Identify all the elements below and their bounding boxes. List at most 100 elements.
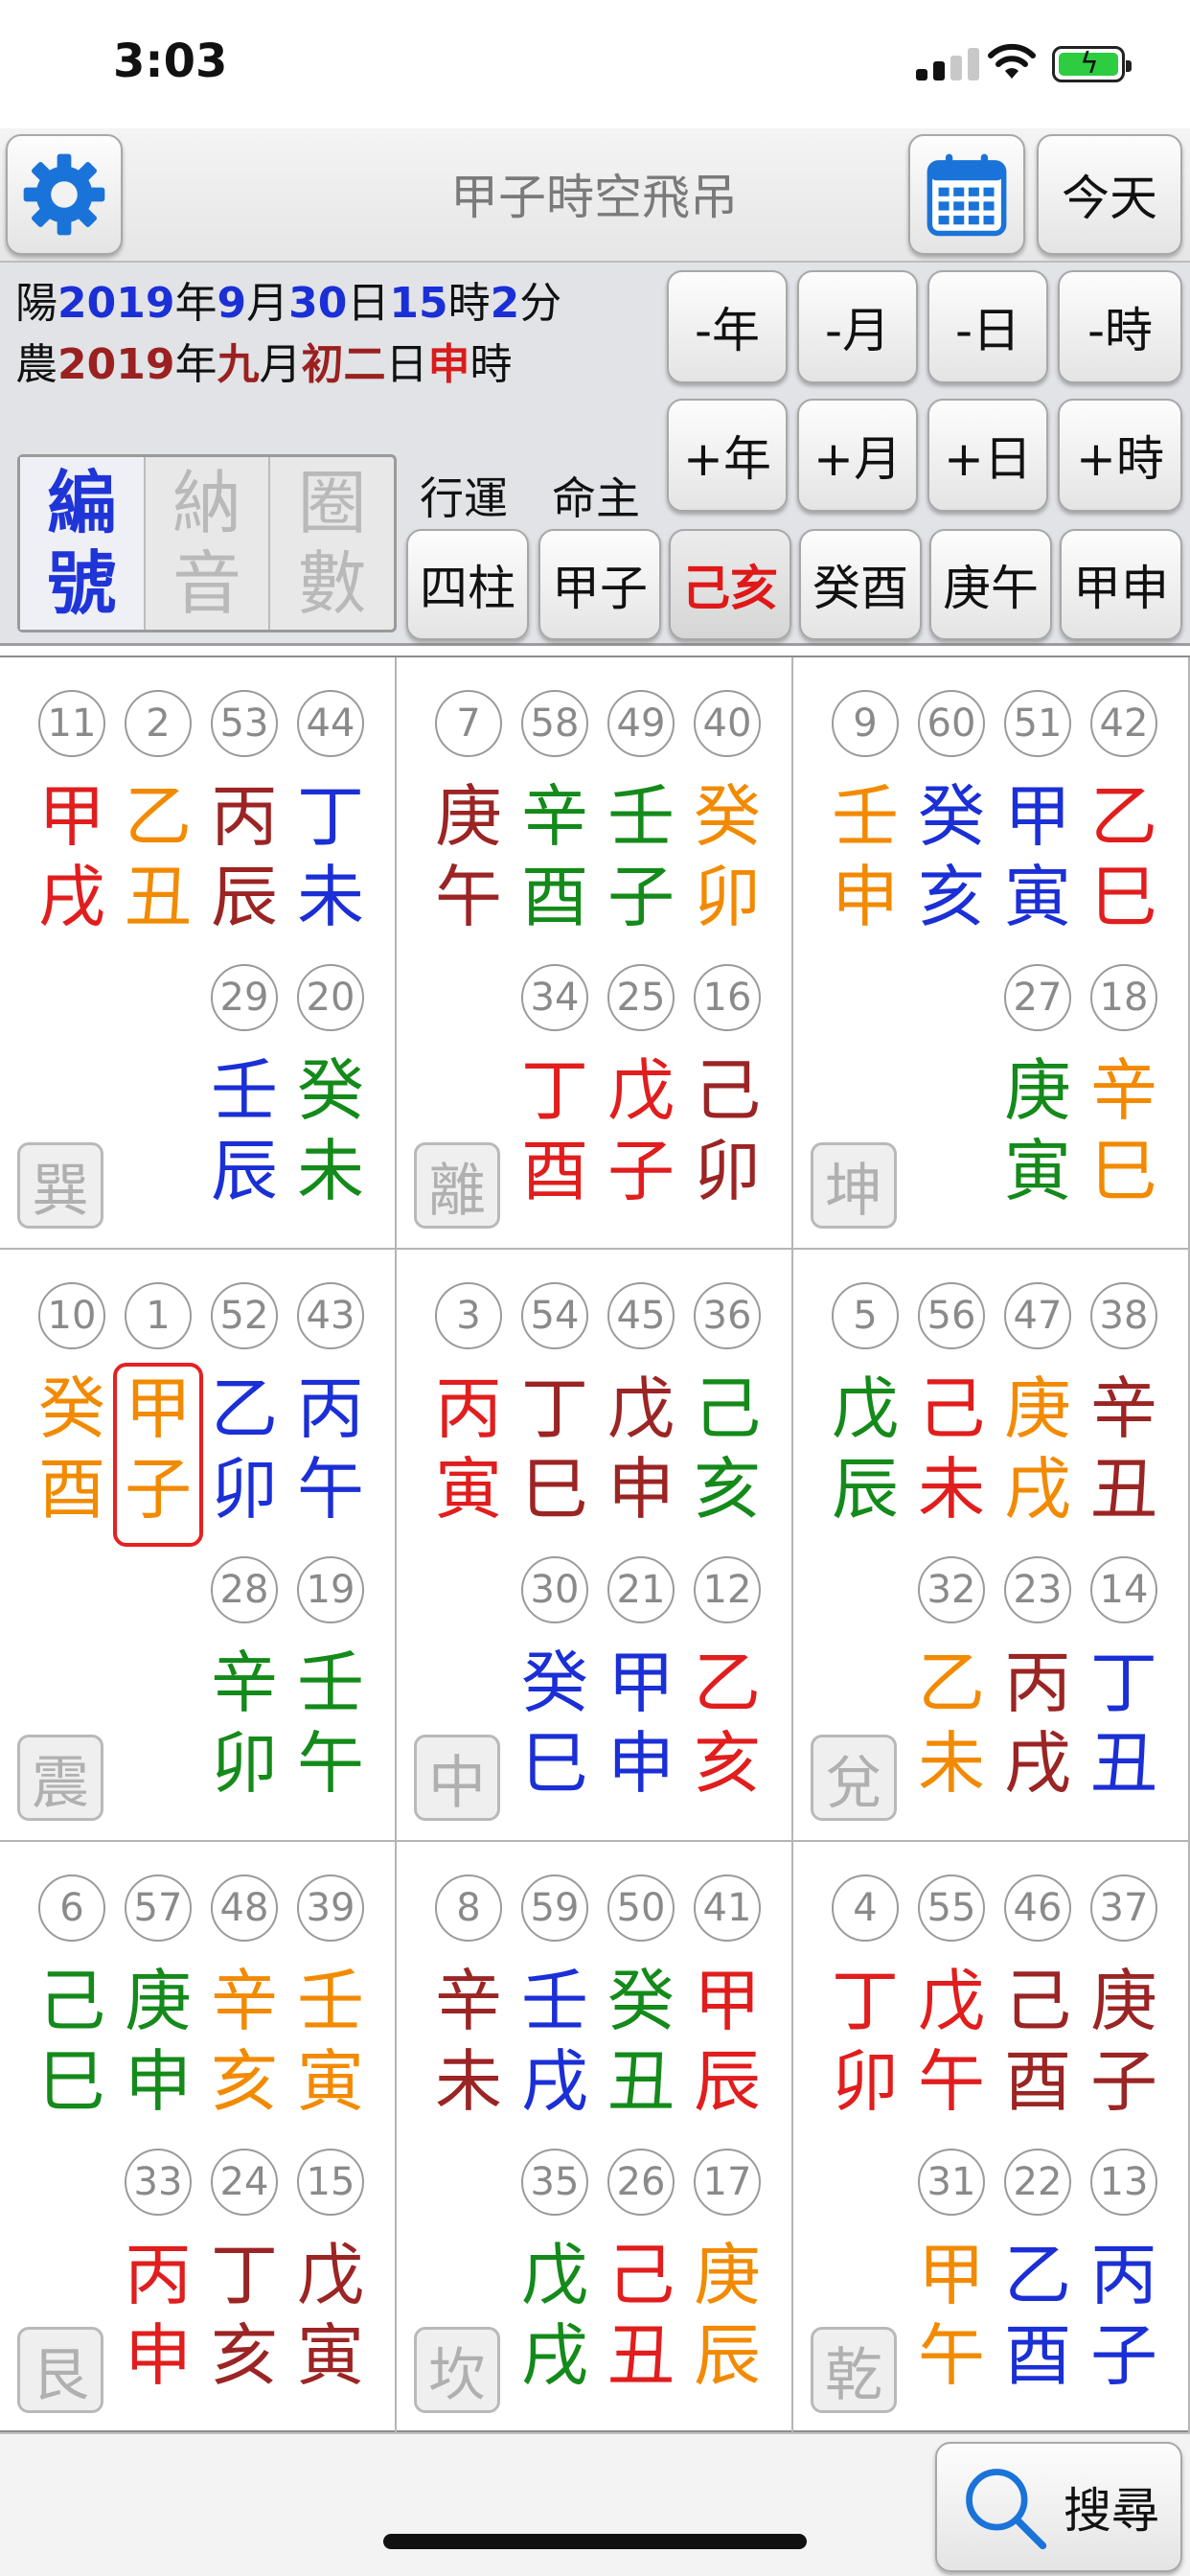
plus-month-button[interactable]: +月 — [797, 399, 918, 512]
ganzhi-stem: 壬 — [297, 1962, 364, 2040]
plus-year-button[interactable]: +年 — [667, 399, 788, 512]
ganzhi-stem: 壬 — [297, 1644, 364, 1722]
stem-branch-number: 27 — [1004, 964, 1071, 1031]
ganzhi-branch: 未 — [297, 1132, 364, 1210]
ganzhi-branch: 戌 — [521, 2042, 588, 2121]
status-time: 3:03 — [113, 34, 228, 88]
stem-branch-number: 23 — [1004, 1556, 1071, 1623]
ganzhi-stem: 癸 — [38, 1369, 105, 1448]
ganzhi-stem: 庚 — [435, 777, 502, 856]
calendar-button[interactable] — [908, 134, 1025, 255]
ganzhi-branch: 亥 — [211, 2316, 278, 2395]
search-button[interactable]: 搜尋 — [935, 2442, 1182, 2572]
stem-branch-number: 26 — [607, 2149, 675, 2216]
solar-year-unit: 年 — [174, 279, 217, 328]
ganzhi-branch: 辰 — [211, 858, 278, 936]
minus-month-button[interactable]: -月 — [797, 270, 918, 383]
pillar-button-sizhu[interactable]: 四柱 — [406, 529, 529, 640]
stem-branch-number: 30 — [521, 1556, 588, 1623]
ganzhi-stem: 己 — [38, 1962, 105, 2040]
ganzhi-stem: 戊 — [607, 1369, 675, 1448]
minus-day-button[interactable]: -日 — [927, 270, 1048, 383]
ganzhi-branch: 酉 — [521, 1132, 588, 1210]
search-label: 搜尋 — [1064, 2483, 1159, 2539]
trigram-label: 坤 — [811, 1142, 897, 1229]
status-bar: 3:03 ϟ — [0, 0, 1190, 128]
mode-numbering[interactable]: 編 號 — [20, 457, 146, 630]
ganzhi-branch: 午 — [435, 858, 502, 936]
ganzhi-stem: 辛 — [1090, 1369, 1157, 1448]
stem-branch-number: 58 — [521, 690, 588, 757]
stem-branch-number: 50 — [607, 1874, 675, 1942]
ganzhi-stem: 癸 — [297, 1051, 364, 1130]
pillar-button-gengwu[interactable]: 庚午 — [929, 529, 1052, 640]
settings-button[interactable] — [6, 134, 123, 255]
solar-minute-unit: 分 — [519, 279, 562, 328]
stem-branch-number: 44 — [297, 690, 364, 757]
stem-branch-number: 41 — [694, 1874, 761, 1942]
ganzhi-stem: 癸 — [607, 1962, 675, 2040]
ganzhi-branch: 午 — [297, 1450, 364, 1529]
ganzhi-stem: 甲 — [125, 1369, 192, 1448]
stem-branch-number: 25 — [607, 964, 675, 1031]
stem-branch-number: 57 — [125, 1874, 192, 1942]
stem-branch-number: 38 — [1090, 1282, 1157, 1349]
pillar-button-guiyou[interactable]: 癸酉 — [799, 529, 922, 640]
ganzhi-branch: 寅 — [1004, 858, 1071, 936]
wifi-icon — [988, 43, 1036, 79]
ganzhi-branch: 申 — [607, 1724, 675, 1803]
trigram-label: 艮 — [17, 2327, 103, 2413]
palace-cell: 6 己巳 57 庚申 48 辛亥 39 壬寅 33 丙申 24 丁亥 15 戊寅艮 — [0, 1842, 397, 2434]
pillar-button-jihai-selected[interactable]: 己亥 — [669, 529, 791, 640]
ganzhi-branch: 亥 — [211, 2042, 278, 2121]
ganzhi-branch: 申 — [607, 1450, 675, 1529]
mode-nayin[interactable]: 納 音 — [146, 457, 271, 630]
ganzhi-stem: 庚 — [694, 2236, 761, 2314]
lunar-day: 初二 — [301, 340, 386, 389]
solar-date: 陽2019年9月30日15時2分 — [15, 268, 561, 330]
ganzhi-branch: 寅 — [1004, 1132, 1071, 1210]
plus-hour-button[interactable]: +時 — [1058, 399, 1182, 512]
plus-day-button[interactable]: +日 — [927, 399, 1048, 512]
ganzhi-stem: 庚 — [125, 1962, 192, 2040]
mode-circle-count-bottom: 數 — [297, 543, 367, 624]
ganzhi-stem: 己 — [1004, 1962, 1071, 2040]
ganzhi-branch: 巳 — [1090, 1132, 1157, 1210]
trigram-label: 離 — [414, 1142, 500, 1229]
ganzhi-branch: 辰 — [832, 1450, 899, 1529]
stem-branch-number: 8 — [435, 1874, 502, 1942]
ganzhi-branch: 卯 — [211, 1450, 278, 1529]
ganzhi-stem: 庚 — [1004, 1051, 1071, 1130]
ganzhi-stem: 癸 — [694, 777, 761, 856]
ganzhi-stem: 壬 — [607, 777, 675, 856]
mode-circle-count[interactable]: 圈 數 — [270, 457, 394, 630]
stem-branch-number: 24 — [211, 2149, 278, 2216]
minus-hour-button[interactable]: -時 — [1058, 270, 1182, 383]
ganzhi-branch: 子 — [607, 858, 675, 936]
palace-cell: 5 戊辰 56 己未 47 庚戌 38 辛丑 32 乙未 23 丙戌 14 丁丑兌 — [793, 1250, 1190, 1842]
today-button[interactable]: 今天 — [1037, 134, 1182, 255]
ganzhi-branch: 卯 — [211, 1724, 278, 1803]
solar-day: 30 — [288, 279, 348, 328]
ganzhi-branch: 子 — [1090, 2042, 1157, 2121]
palace-cell: 9 壬申 60 癸亥 51 甲寅 42 乙巳 27 庚寅 18 辛巳坤 — [793, 657, 1190, 1250]
stem-branch-number: 34 — [521, 964, 588, 1031]
pillar-button-jiazi[interactable]: 甲子 — [538, 529, 661, 640]
pillar-button-jiashen[interactable]: 甲申 — [1060, 529, 1182, 640]
label-mingzhu: 命主 — [552, 472, 640, 524]
ganzhi-stem: 丙 — [211, 777, 278, 856]
lunar-month: 九 — [217, 340, 260, 389]
ganzhi-stem: 己 — [694, 1051, 761, 1130]
ganzhi-stem: 壬 — [832, 777, 899, 856]
stem-branch-number: 14 — [1090, 1556, 1157, 1623]
ganzhi-branch: 寅 — [297, 2042, 364, 2121]
ganzhi-stem: 壬 — [521, 1962, 588, 2040]
ganzhi-branch: 申 — [125, 2316, 192, 2395]
magnifier-icon — [966, 2469, 1047, 2550]
palace-cell: 4 丁卯 55 戊午 46 己酉 37 庚子 31 甲午 22 乙酉 13 丙子乾 — [793, 1842, 1190, 2434]
ganzhi-stem: 乙 — [211, 1369, 278, 1448]
stem-branch-number: 21 — [607, 1556, 675, 1623]
display-mode-selector: 編 號 納 音 圈 數 — [17, 454, 397, 632]
minus-year-button[interactable]: -年 — [667, 270, 788, 383]
ganzhi-stem: 甲 — [1004, 777, 1071, 856]
